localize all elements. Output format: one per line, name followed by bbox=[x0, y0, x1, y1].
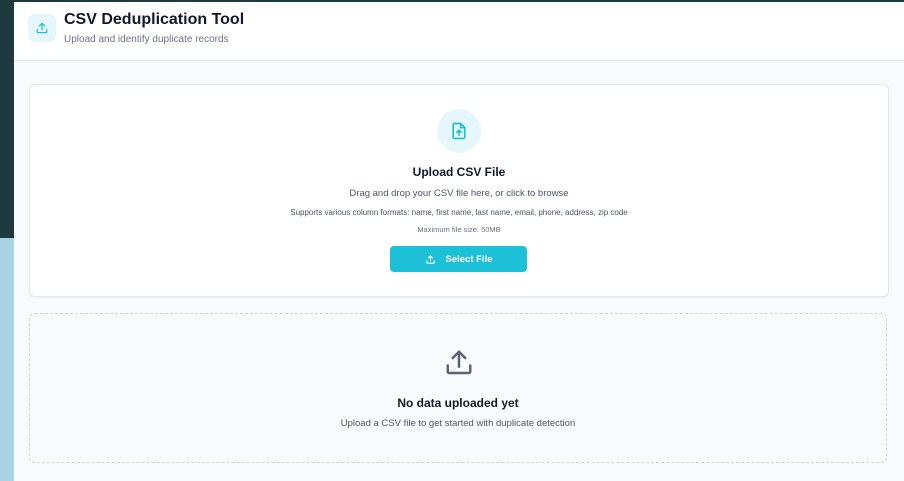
page-subtitle: Upload and identify duplicate records bbox=[64, 34, 229, 45]
background-panel bbox=[0, 238, 14, 481]
upload-icon bbox=[425, 254, 435, 264]
page-title: CSV Deduplication Tool bbox=[64, 11, 245, 28]
empty-state-description: Upload a CSV file to get started with du… bbox=[340, 418, 576, 429]
upload-title: Upload CSV File bbox=[412, 165, 506, 179]
upload-icon bbox=[446, 350, 472, 375]
upload-dropzone[interactable]: Upload CSV File Drag and drop your CSV f… bbox=[29, 84, 889, 297]
app-window: CSV Deduplication Tool Upload and identi… bbox=[14, 2, 904, 481]
select-file-button[interactable]: Select File bbox=[390, 246, 527, 272]
app-header: CSV Deduplication Tool Upload and identi… bbox=[14, 2, 904, 61]
empty-state-title: No data uploaded yet bbox=[397, 396, 519, 410]
file-upload-icon bbox=[437, 109, 481, 153]
upload-max-size-note: Maximum file size: 50MB bbox=[417, 225, 501, 234]
empty-state-panel: No data uploaded yet Upload a CSV file t… bbox=[29, 313, 887, 463]
upload-formats-note: Supports various column formats: name, f… bbox=[290, 208, 628, 217]
select-file-label: Select File bbox=[445, 253, 493, 265]
header-upload-icon bbox=[28, 14, 56, 42]
upload-description: Drag and drop your CSV file here, or cli… bbox=[349, 188, 569, 199]
